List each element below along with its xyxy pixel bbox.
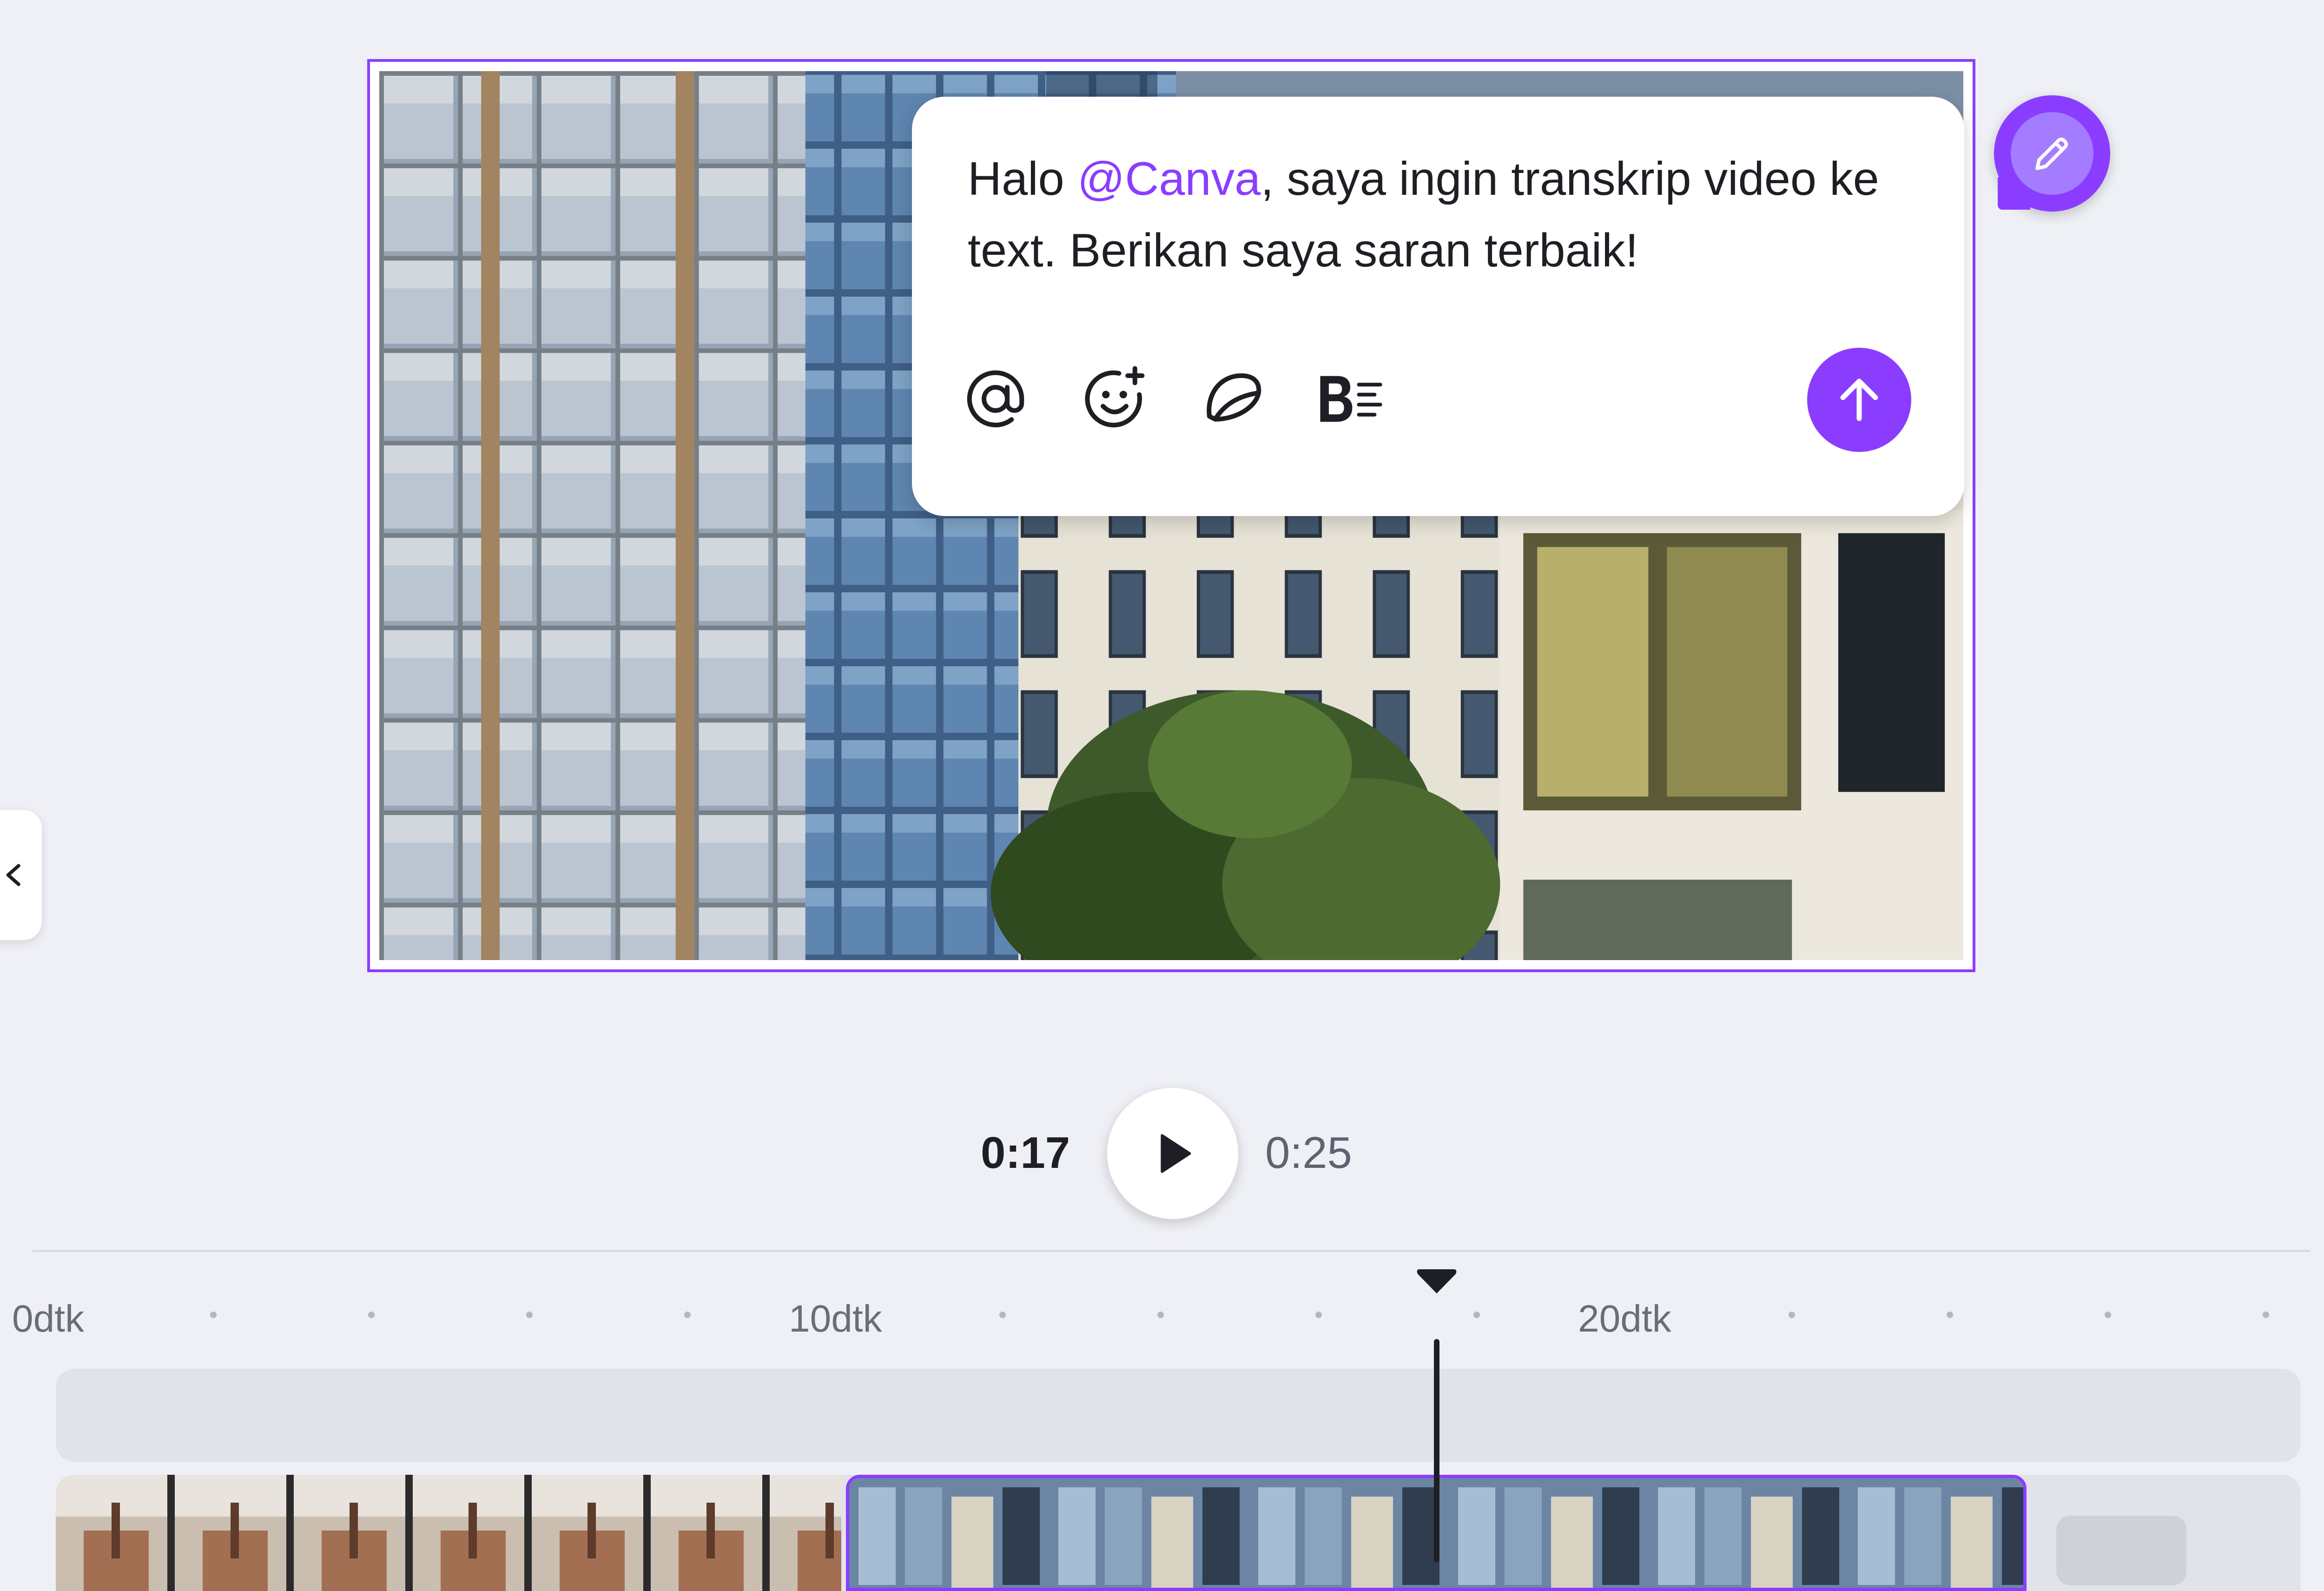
ruler-tick bbox=[684, 1312, 691, 1318]
add-clip-placeholder[interactable] bbox=[2056, 1516, 2186, 1585]
add-emoji-button[interactable] bbox=[1073, 357, 1156, 441]
playhead-marker-icon bbox=[1417, 1269, 1457, 1293]
play-button[interactable] bbox=[1107, 1088, 1238, 1219]
ruler-tick bbox=[1157, 1312, 1164, 1318]
playhead-handle[interactable] bbox=[1415, 1266, 1459, 1299]
ruler-label-20: 20dtk bbox=[1578, 1298, 1671, 1340]
ruler-label-0: 0dtk bbox=[12, 1298, 84, 1340]
send-button[interactable] bbox=[1807, 348, 1911, 452]
pencil-icon bbox=[2035, 137, 2068, 170]
ruler-tick bbox=[2105, 1312, 2111, 1318]
ai-prompt-card[interactable]: Halo @Canva, saya ingin transkrip video … bbox=[912, 97, 1964, 516]
edit-comment-button[interactable] bbox=[1994, 95, 2110, 212]
text-style-icon bbox=[1320, 376, 1382, 422]
playhead-line[interactable] bbox=[1434, 1339, 1439, 1562]
video-track[interactable] bbox=[56, 1475, 2301, 1591]
sticker-button[interactable] bbox=[1191, 357, 1274, 441]
mention-button[interactable] bbox=[954, 357, 1037, 441]
current-time: 0:17 bbox=[981, 1128, 1070, 1178]
ruler-tick bbox=[1315, 1312, 1322, 1318]
at-sign-icon bbox=[967, 370, 1024, 428]
play-icon bbox=[1161, 1134, 1191, 1173]
ruler-tick bbox=[1947, 1312, 1953, 1318]
ruler-tick bbox=[1473, 1312, 1480, 1318]
total-duration: 0:25 bbox=[1265, 1128, 1352, 1178]
timeline-divider bbox=[33, 1250, 2310, 1252]
ruler-tick bbox=[526, 1312, 533, 1318]
clip-1-thumbnails bbox=[56, 1475, 841, 1591]
arrow-up-icon bbox=[1840, 378, 1878, 421]
prompt-input[interactable]: Halo @Canva, saya ingin transkrip video … bbox=[968, 143, 1925, 286]
video-clip-1[interactable] bbox=[56, 1475, 841, 1591]
add-emoji-icon bbox=[1085, 366, 1145, 428]
text-style-button[interactable] bbox=[1307, 357, 1391, 441]
empty-track[interactable] bbox=[56, 1369, 2301, 1462]
prompt-text-before: Halo bbox=[968, 153, 1077, 205]
ruler-tick bbox=[2263, 1312, 2269, 1318]
sticker-icon bbox=[1207, 373, 1261, 422]
ruler-label-10: 10dtk bbox=[789, 1298, 882, 1340]
canva-mention: @Canva bbox=[1077, 153, 1261, 205]
ruler-tick bbox=[368, 1312, 375, 1318]
ruler-tick bbox=[210, 1312, 217, 1318]
side-panel-toggle[interactable] bbox=[0, 810, 42, 940]
edit-bubble-inner bbox=[2011, 112, 2093, 195]
ruler-tick bbox=[1789, 1312, 1795, 1318]
ruler-tick bbox=[999, 1312, 1006, 1318]
chevron-left-icon bbox=[6, 864, 20, 886]
